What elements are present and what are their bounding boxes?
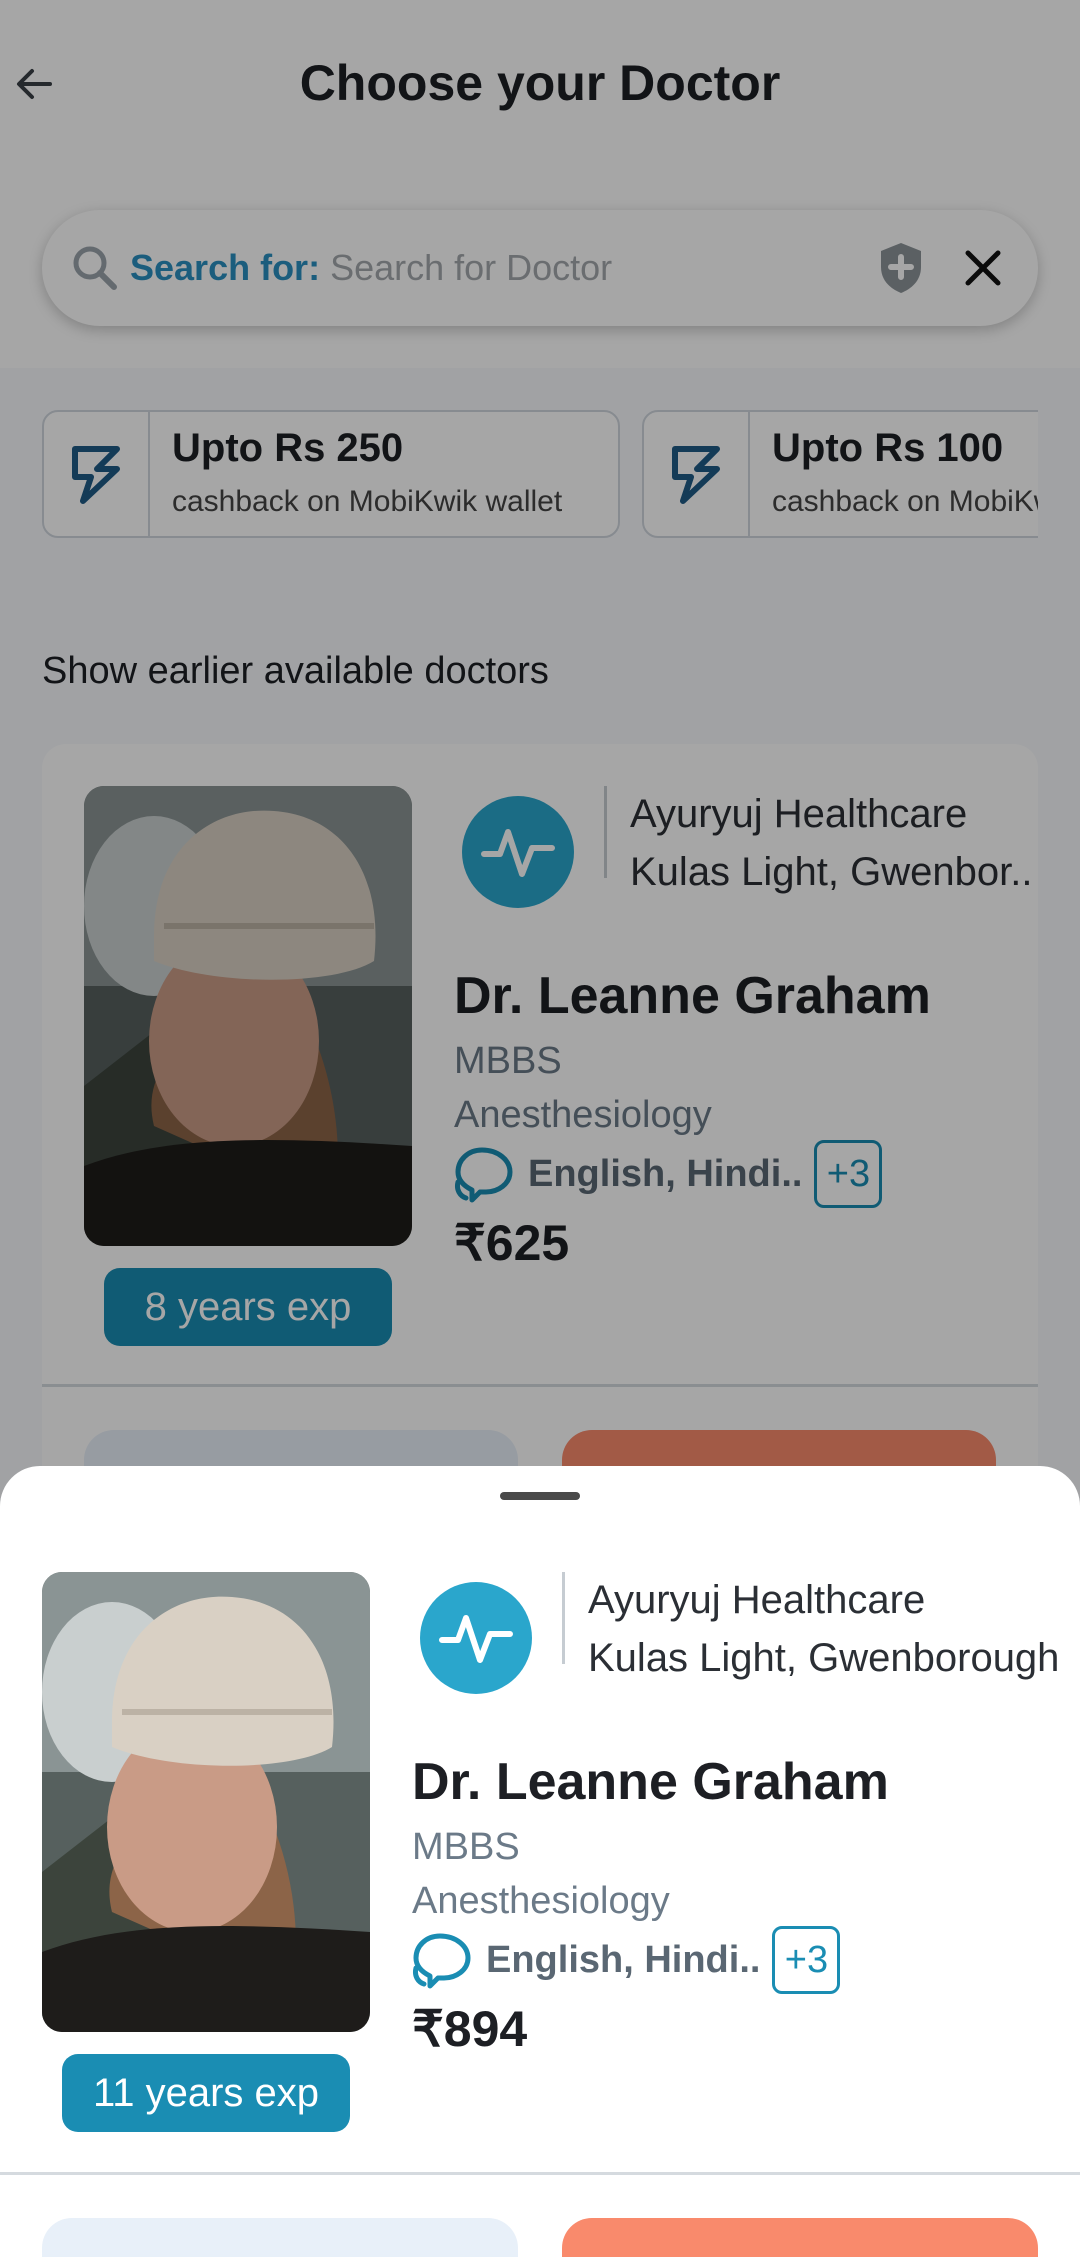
doctor-degree: MBBS [412,1826,520,1868]
sheet-drag-handle[interactable] [500,1492,580,1500]
clinic-logo [420,1582,532,1694]
doctor-name: Dr. Leanne Graham [412,1753,889,1811]
clinic-separator [562,1572,565,1664]
doctor-specialty: Anesthesiology [412,1880,670,1922]
consultation-fee: ₹894 [412,2001,528,2057]
clinic-name: Ayuryuj Healthcare [588,1578,926,1622]
pulse-icon [439,1615,513,1663]
more-languages-badge[interactable]: +3 [772,1926,841,1994]
languages-text: English, Hindi.. [486,1938,761,1981]
doctor-photo [42,1572,370,2032]
clinic-address: Kulas Light, Gwenborough [588,1636,1060,1680]
doctor-bottom-sheet: 11 years exp Ayuryuj Healthcare Kulas Li… [0,1466,1080,2257]
languages-row: English, Hindi.. +3 [412,1926,841,1994]
experience-badge: 11 years exp [62,2054,350,2132]
primary-action-button[interactable] [562,2218,1038,2257]
secondary-action-button[interactable] [42,2218,518,2257]
chat-icon [412,1929,474,1991]
sheet-divider [0,2172,1080,2175]
